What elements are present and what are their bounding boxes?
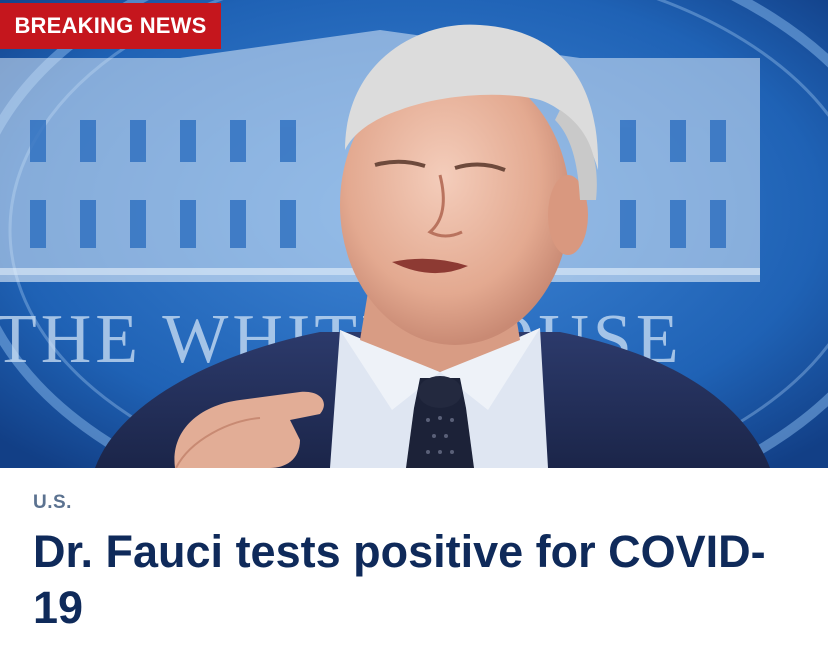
news-card[interactable]: THE WHITE HOUSE	[0, 0, 828, 660]
category-label[interactable]: U.S.	[33, 492, 72, 514]
hero-photo-illustration: THE WHITE HOUSE	[0, 0, 828, 468]
article-headline[interactable]: Dr. Fauci tests positive for COVID-19	[33, 524, 793, 636]
article-text: U.S. Dr. Fauci tests positive for COVID-…	[0, 468, 828, 660]
hero-photo[interactable]: THE WHITE HOUSE	[0, 0, 828, 468]
breaking-news-badge: BREAKING NEWS	[0, 3, 221, 49]
breaking-news-label: BREAKING NEWS	[14, 13, 207, 38]
